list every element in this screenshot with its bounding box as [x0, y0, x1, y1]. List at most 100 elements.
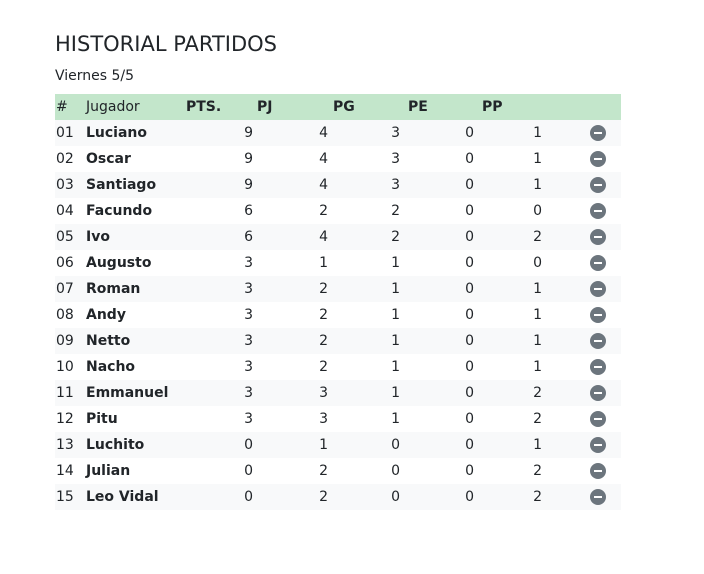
row-actions: [550, 380, 621, 406]
lost-cell: 2: [533, 489, 542, 505]
player-name: Julian: [86, 463, 131, 479]
player-name: Ivo: [86, 229, 110, 245]
match-date-subtitle: Viernes 5/5: [55, 68, 135, 84]
row-actions: [550, 172, 621, 198]
player-name: Pitu: [86, 411, 118, 427]
table-row: 05 Ivo 6 4 2 0 2: [55, 224, 621, 250]
table-row: 13 Luchito 0 1 0 0 1: [55, 432, 621, 458]
remove-icon[interactable]: [590, 255, 606, 271]
won-cell: 1: [391, 307, 400, 323]
won-cell: 2: [391, 203, 400, 219]
player-name: Leo Vidal: [86, 489, 159, 505]
played-cell: 3: [319, 411, 328, 427]
row-actions: [550, 484, 621, 510]
header-lost: PP: [482, 99, 503, 115]
played-cell: 1: [319, 255, 328, 271]
header-index: #: [56, 99, 68, 115]
row-index: 09: [56, 333, 74, 349]
remove-icon[interactable]: [590, 229, 606, 245]
remove-icon[interactable]: [590, 151, 606, 167]
remove-icon[interactable]: [590, 411, 606, 427]
row-actions: [550, 328, 621, 354]
lost-cell: 2: [533, 463, 542, 479]
table-row: 03 Santiago 9 4 3 0 1: [55, 172, 621, 198]
won-cell: 2: [391, 229, 400, 245]
points-cell: 9: [244, 177, 253, 193]
table-row: 12 Pitu 3 3 1 0 2: [55, 406, 621, 432]
points-cell: 3: [244, 385, 253, 401]
header-played: PJ: [257, 99, 273, 115]
won-cell: 0: [391, 489, 400, 505]
player-name: Luchito: [86, 437, 145, 453]
won-cell: 0: [391, 437, 400, 453]
row-index: 07: [56, 281, 74, 297]
header-actions: [550, 94, 621, 120]
player-name: Andy: [86, 307, 126, 323]
played-cell: 4: [319, 125, 328, 141]
played-cell: 4: [319, 151, 328, 167]
row-actions: [550, 354, 621, 380]
row-index: 15: [56, 489, 74, 505]
lost-cell: 1: [533, 333, 542, 349]
drawn-cell: 0: [465, 307, 474, 323]
row-index: 11: [56, 385, 74, 401]
remove-icon[interactable]: [590, 203, 606, 219]
drawn-cell: 0: [465, 385, 474, 401]
drawn-cell: 0: [465, 281, 474, 297]
lost-cell: 1: [533, 359, 542, 375]
remove-icon[interactable]: [590, 281, 606, 297]
points-cell: 6: [244, 203, 253, 219]
remove-icon[interactable]: [590, 489, 606, 505]
row-actions: [550, 276, 621, 302]
remove-icon[interactable]: [590, 437, 606, 453]
row-actions: [550, 198, 621, 224]
player-name: Luciano: [86, 125, 148, 141]
row-index: 06: [56, 255, 74, 271]
row-actions: [550, 302, 621, 328]
table-row: 10 Nacho 3 2 1 0 1: [55, 354, 621, 380]
header-drawn: PE: [408, 99, 428, 115]
remove-icon[interactable]: [590, 463, 606, 479]
lost-cell: 1: [533, 151, 542, 167]
drawn-cell: 0: [465, 437, 474, 453]
won-cell: 0: [391, 463, 400, 479]
player-name: Santiago: [86, 177, 157, 193]
table-row: 09 Netto 3 2 1 0 1: [55, 328, 621, 354]
won-cell: 1: [391, 255, 400, 271]
header-won: PG: [333, 99, 355, 115]
lost-cell: 2: [533, 229, 542, 245]
lost-cell: 1: [533, 307, 542, 323]
won-cell: 1: [391, 411, 400, 427]
lost-cell: 2: [533, 411, 542, 427]
lost-cell: 0: [533, 203, 542, 219]
row-index: 05: [56, 229, 74, 245]
remove-icon[interactable]: [590, 385, 606, 401]
points-cell: 9: [244, 125, 253, 141]
standings-table: # Jugador PTS. PJ PG PE PP 0 1 Luciano 9 4 3 0…: [55, 94, 621, 510]
remove-icon[interactable]: [590, 307, 606, 323]
drawn-cell: 0: [465, 359, 474, 375]
table-row: 02 Oscar 9 4 3 0 1: [55, 146, 621, 172]
row-index: 03: [56, 177, 74, 193]
row-index: 12: [56, 411, 74, 427]
player-name: Nacho: [86, 359, 136, 375]
table-header-row: # Jugador PTS. PJ PG PE PP: [55, 94, 621, 120]
won-cell: 3: [391, 125, 400, 141]
won-cell: 3: [391, 151, 400, 167]
table-row: 07 Roman 3 2 1 0 1: [55, 276, 621, 302]
remove-icon[interactable]: [590, 125, 606, 141]
drawn-cell: 0: [465, 255, 474, 271]
player-name: Roman: [86, 281, 141, 297]
row-actions: [550, 250, 621, 276]
lost-cell: 1: [533, 437, 542, 453]
played-cell: 2: [319, 463, 328, 479]
table-row: 01 Luciano 9 4 3 0 1: [55, 120, 621, 146]
won-cell: 1: [391, 281, 400, 297]
player-name: Augusto: [86, 255, 152, 271]
points-cell: 3: [244, 307, 253, 323]
table-row: 15 Leo Vidal 0 2 0 0 2: [55, 484, 621, 510]
remove-icon[interactable]: [590, 177, 606, 193]
remove-icon[interactable]: [590, 333, 606, 349]
remove-icon[interactable]: [590, 359, 606, 375]
header-points: PTS.: [186, 99, 222, 115]
